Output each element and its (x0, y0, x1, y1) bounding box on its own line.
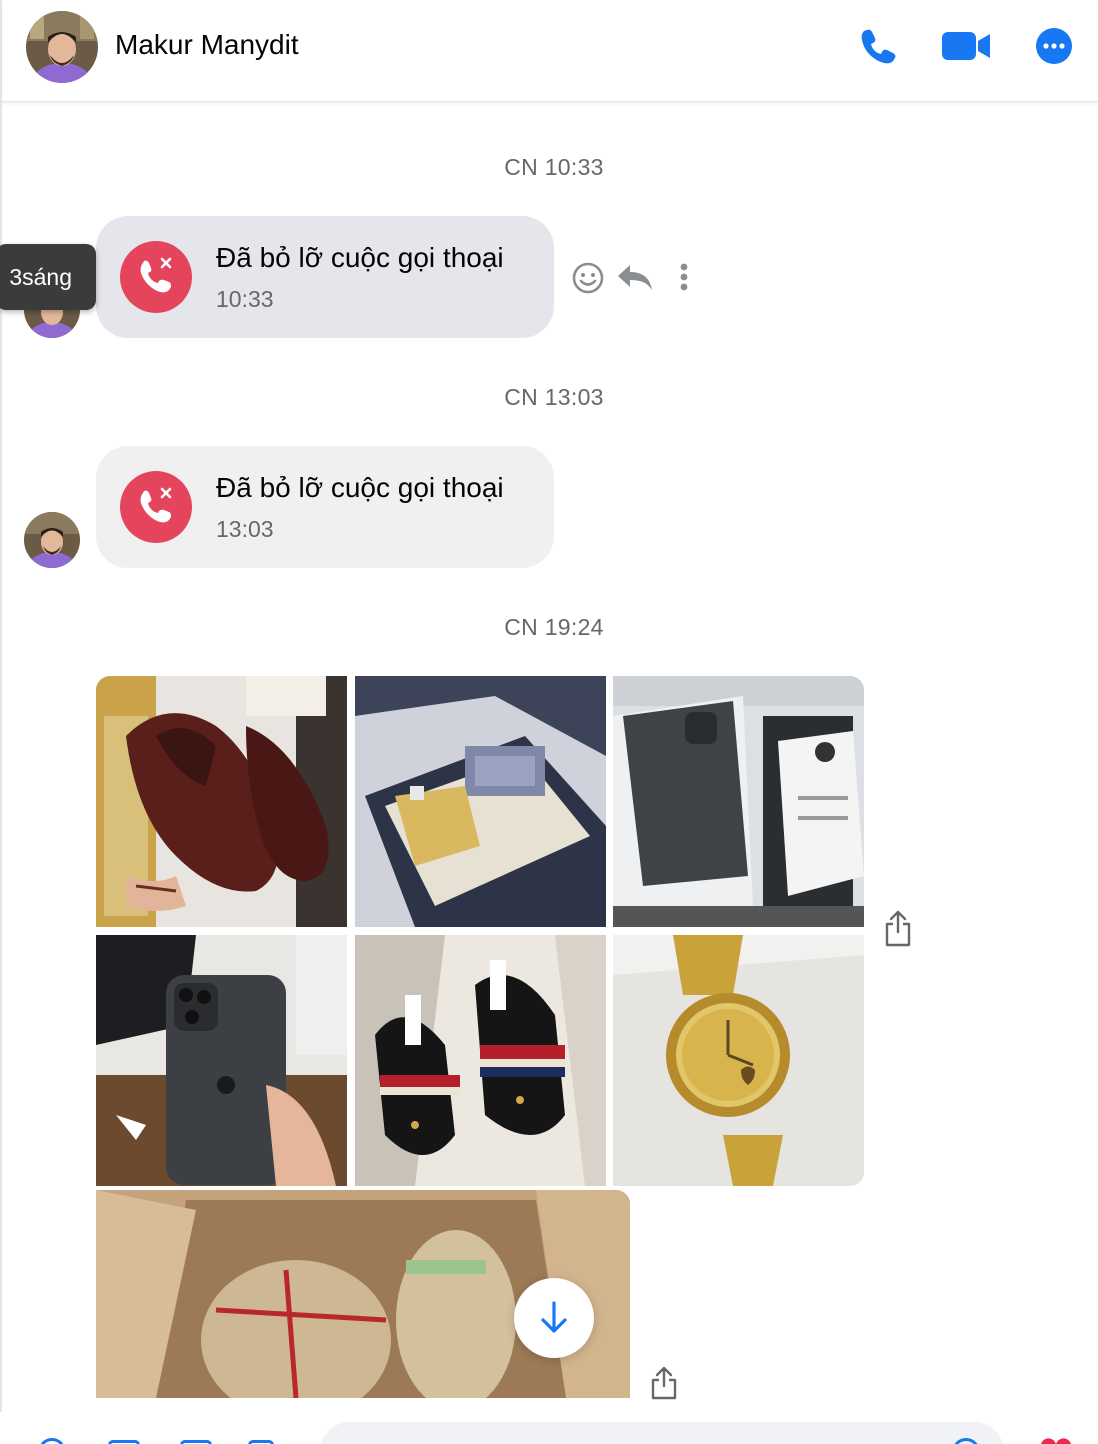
gif-icon[interactable] (248, 1440, 274, 1444)
message-composer (0, 1412, 1098, 1444)
more-options-icon[interactable] (1034, 26, 1074, 66)
share-icon[interactable] (650, 1366, 678, 1405)
arrow-down-icon (541, 1301, 567, 1333)
more-vertical-icon[interactable] (672, 260, 696, 301)
call-status-text: Đã bỏ lỡ cuộc gọi thoại (216, 472, 504, 503)
photo-iphone-in-hand[interactable] (96, 935, 347, 1186)
share-icon[interactable] (884, 910, 912, 953)
photo-black-striped-mules[interactable] (355, 935, 606, 1186)
sticker-icon[interactable] (180, 1440, 212, 1444)
message-timestamp: CN 13:03 (504, 384, 604, 410)
missed-call-icon (120, 241, 192, 313)
photo-iphone-box-receipt[interactable] (613, 676, 864, 927)
add-icon[interactable] (38, 1438, 66, 1444)
video-camera-icon[interactable] (940, 26, 992, 66)
image-icon[interactable] (108, 1440, 140, 1444)
conversation-header: Makur Manydit (2, 0, 1098, 102)
heart-icon[interactable] (1036, 1436, 1076, 1444)
photo-gold-watch[interactable] (613, 935, 864, 1186)
missed-call-message[interactable]: Đã bỏ lỡ cuộc gọi thoại 13:03 (96, 446, 554, 568)
call-time: 13:03 (216, 516, 274, 542)
message-timestamp: CN 19:24 (504, 614, 604, 640)
missed-call-message[interactable]: Đã bỏ lỡ cuộc gọi thoại 10:33 (96, 216, 554, 338)
photo-perfume-gift-box[interactable] (355, 676, 606, 927)
timestamp-tooltip: 3sáng (0, 244, 96, 310)
contact-name[interactable]: Makur Manydit (115, 29, 299, 61)
contact-avatar[interactable] (26, 11, 98, 83)
missed-call-icon (120, 471, 192, 543)
phone-icon[interactable] (858, 26, 898, 66)
call-status-text: Đã bỏ lỡ cuộc gọi thoại (216, 242, 504, 273)
message-input[interactable] (320, 1422, 1004, 1444)
emoji-react-icon[interactable] (570, 260, 606, 301)
photo-brown-leather-shoes[interactable] (96, 676, 347, 927)
scroll-to-bottom-button[interactable] (514, 1278, 594, 1358)
sender-avatar[interactable] (24, 512, 80, 568)
call-time: 10:33 (216, 286, 274, 312)
reply-icon[interactable] (616, 262, 654, 297)
panel-divider (0, 0, 2, 1444)
message-timestamp: CN 10:33 (504, 154, 604, 180)
